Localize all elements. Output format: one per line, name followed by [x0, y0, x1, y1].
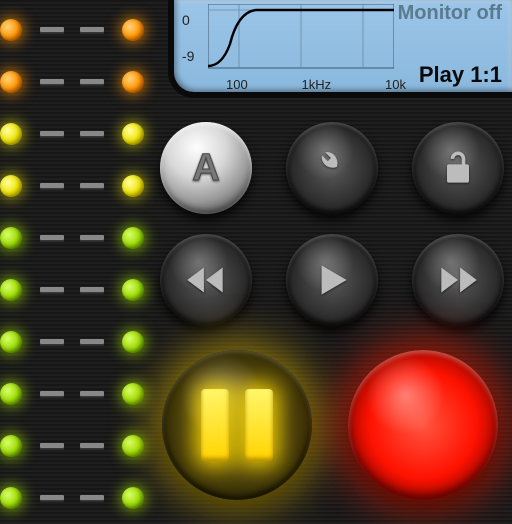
led-r-4: [122, 227, 144, 249]
monitor-status: Monitor off: [398, 2, 502, 25]
play-status: Play 1:1: [419, 62, 502, 88]
play-icon: [286, 234, 378, 326]
led-r-8: [122, 435, 144, 457]
scale-mark: [80, 287, 104, 293]
led-r-2: [122, 123, 144, 145]
led-r-0: [122, 19, 144, 41]
scale-mark: [40, 183, 64, 189]
led-l-2: [0, 123, 22, 145]
scale-mark: [40, 495, 64, 501]
scale-mark: [80, 79, 104, 85]
x-axis-ticks: 100 1kHz 10k: [226, 77, 406, 92]
scale-mark: [40, 79, 64, 85]
scale-mark: [80, 495, 104, 501]
wrench-icon: [286, 122, 378, 214]
scale-mark: [80, 339, 104, 345]
led-r-1: [122, 71, 144, 93]
eq-display[interactable]: Monitor off Play 1:1 0 -9 100 1kHz 10k: [168, 0, 512, 98]
rewind-icon: [160, 234, 252, 326]
led-r-3: [122, 175, 144, 197]
eq-graph: [208, 4, 394, 84]
scale-mark: [80, 131, 104, 137]
scale-mark: [40, 235, 64, 241]
svg-text:A: A: [192, 147, 219, 189]
scale-mark: [40, 287, 64, 293]
y-axis-ticks: 0 -9: [182, 2, 194, 74]
scale-mark: [40, 27, 64, 33]
led-l-8: [0, 435, 22, 457]
scale-mark: [80, 235, 104, 241]
scale-mark: [80, 27, 104, 33]
scale-mark: [80, 183, 104, 189]
record-button[interactable]: [348, 350, 498, 500]
fast-forward-button[interactable]: [412, 234, 504, 326]
letter-a-icon: A: [160, 122, 252, 214]
scale-mark: [80, 443, 104, 449]
level-meter: [0, 0, 156, 512]
fast-forward-icon: [412, 234, 504, 326]
led-l-7: [0, 383, 22, 405]
unlock-icon: [412, 122, 504, 214]
settings-button[interactable]: [286, 122, 378, 214]
pause-button[interactable]: [162, 350, 312, 500]
play-button[interactable]: [286, 234, 378, 326]
pause-icon: [201, 389, 273, 461]
led-l-1: [0, 71, 22, 93]
led-l-5: [0, 279, 22, 301]
scale-mark: [40, 339, 64, 345]
led-l-4: [0, 227, 22, 249]
led-r-9: [122, 487, 144, 509]
scale-mark: [40, 443, 64, 449]
auto-gain-button[interactable]: A: [160, 122, 252, 214]
led-r-5: [122, 279, 144, 301]
scale-mark: [80, 391, 104, 397]
led-l-0: [0, 19, 22, 41]
led-l-6: [0, 331, 22, 353]
unlock-button[interactable]: [412, 122, 504, 214]
led-r-7: [122, 383, 144, 405]
scale-mark: [40, 391, 64, 397]
record-icon: [348, 350, 498, 500]
led-l-3: [0, 175, 22, 197]
scale-mark: [40, 131, 64, 137]
led-r-6: [122, 331, 144, 353]
rewind-button[interactable]: [160, 234, 252, 326]
led-l-9: [0, 487, 22, 509]
